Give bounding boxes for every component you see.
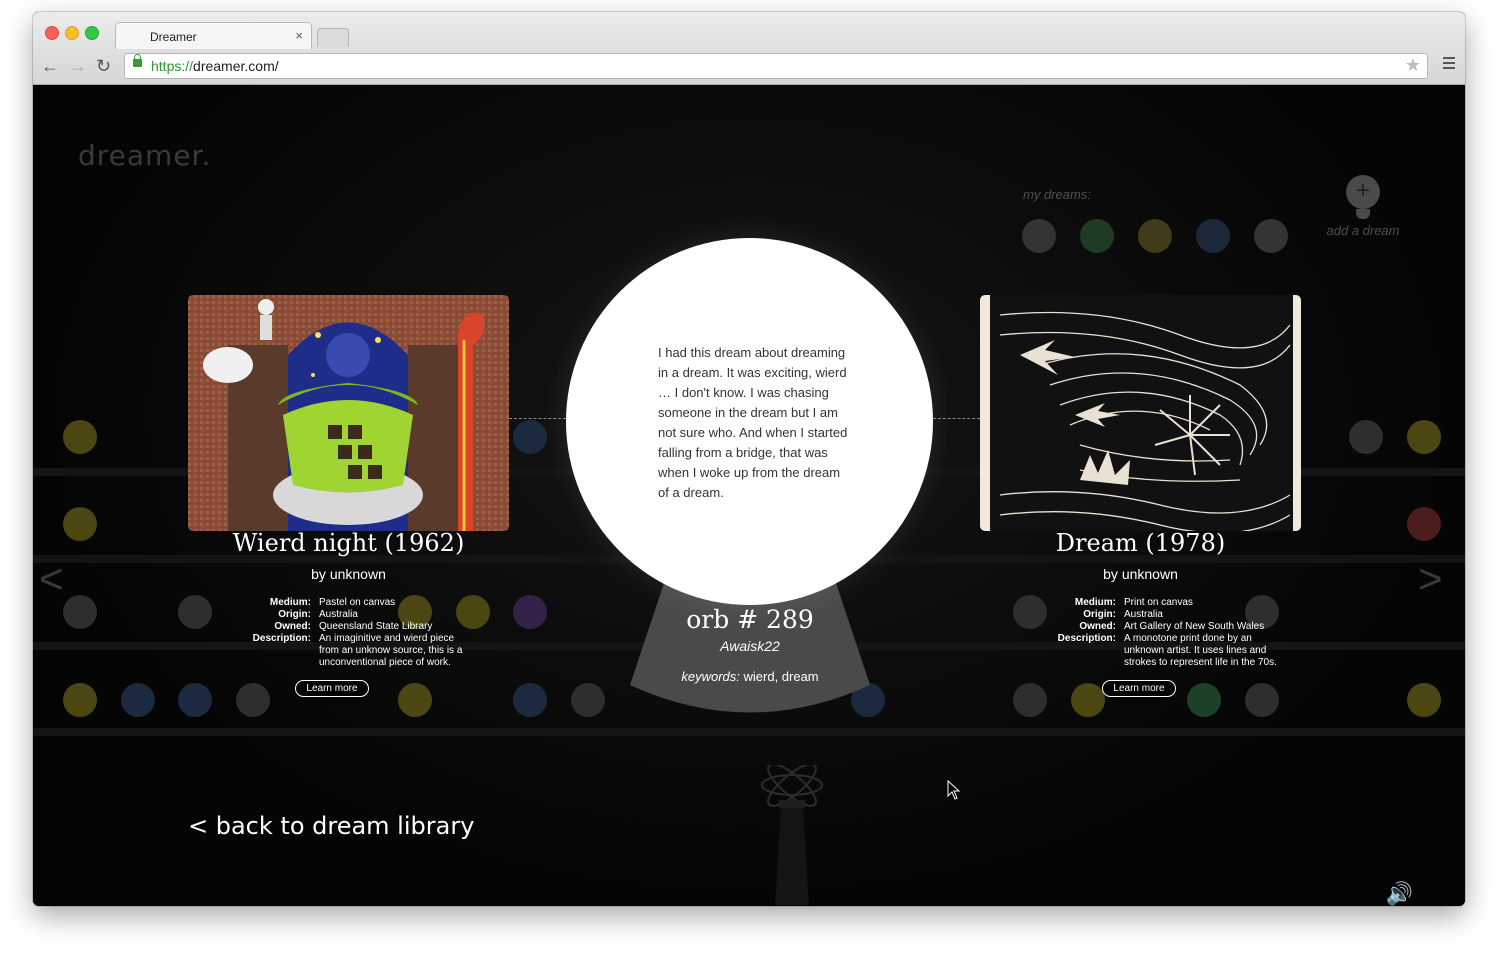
- left-artwork-image[interactable]: [188, 295, 509, 531]
- origin-label: Origin:: [1083, 609, 1116, 620]
- dream-bulb[interactable]: [1187, 683, 1221, 717]
- dream-bulb[interactable]: [236, 683, 270, 717]
- back-arrow-icon[interactable]: ←: [41, 56, 59, 77]
- owned-label: Owned:: [1079, 621, 1116, 632]
- close-window-button[interactable]: [45, 26, 59, 40]
- right-learn-more-button[interactable]: Learn more: [1102, 680, 1176, 697]
- medium-value: Pastel on canvas: [319, 597, 396, 608]
- left-artwork-title: Wierd night (1962): [232, 529, 465, 557]
- tower-icon: [761, 765, 823, 905]
- my-dream-orb[interactable]: [1254, 219, 1288, 253]
- description-value: A monotone print done by an unknown arti…: [1124, 633, 1277, 668]
- dream-bulb[interactable]: [121, 683, 155, 717]
- plus-icon: +: [1346, 175, 1380, 209]
- keywords-label: keywords:: [681, 669, 740, 684]
- zoom-window-button[interactable]: [85, 26, 99, 40]
- dream-bulb[interactable]: [513, 420, 547, 454]
- add-dream-label: add a dream: [1326, 223, 1400, 238]
- dream-bulb[interactable]: [513, 595, 547, 629]
- dream-bulb[interactable]: [513, 683, 547, 717]
- bookmark-star-icon[interactable]: ★: [1405, 55, 1421, 76]
- dream-bulb[interactable]: [63, 595, 97, 629]
- right-artwork-image[interactable]: [980, 295, 1301, 531]
- browser-tab[interactable]: Dreamer ×: [115, 22, 312, 49]
- dream-bulb[interactable]: [571, 683, 605, 717]
- medium-label: Medium:: [1074, 597, 1116, 608]
- connector-line: [933, 418, 980, 419]
- owned-label: Owned:: [274, 621, 311, 632]
- dream-bulb[interactable]: [63, 507, 97, 541]
- my-dream-orb[interactable]: [1196, 219, 1230, 253]
- my-dream-orb[interactable]: [1080, 219, 1114, 253]
- dream-bulb[interactable]: [63, 420, 97, 454]
- dream-bulb[interactable]: [1407, 683, 1441, 717]
- owned-value: Queensland State Library: [319, 621, 433, 632]
- mouse-cursor-icon: [947, 780, 961, 800]
- browser-menu-icon[interactable]: [1443, 57, 1455, 72]
- new-tab-button[interactable]: [317, 28, 349, 47]
- next-arrow-icon[interactable]: >: [1418, 555, 1443, 603]
- dreamer-page: dreamer. my dreams: + add a dream < > I …: [33, 85, 1465, 906]
- dream-bulb[interactable]: [1013, 683, 1047, 717]
- url-scheme: https://: [151, 58, 194, 74]
- orb-keywords: keywords: wierd, dream: [630, 669, 870, 684]
- description-value: An imaginitive and wierd piece from an u…: [319, 633, 463, 668]
- address-bar[interactable]: https://dreamer.com/ ★: [124, 53, 1428, 79]
- dream-bulb[interactable]: [1407, 507, 1441, 541]
- origin-value: Australia: [319, 609, 358, 620]
- my-dream-orb[interactable]: [1138, 219, 1172, 253]
- browser-toolbar: Dreamer × ← → ↻ https://dreamer.com/ ★: [33, 12, 1465, 85]
- dream-bulb[interactable]: [1407, 420, 1441, 454]
- dream-bulb[interactable]: [63, 683, 97, 717]
- lock-icon: [133, 54, 142, 67]
- sound-icon[interactable]: 🔊: [1386, 881, 1413, 906]
- medium-value: Print on canvas: [1124, 597, 1193, 608]
- orb-number: orb # 289: [686, 605, 814, 634]
- tab-title: Dreamer: [150, 30, 197, 44]
- dream-text: I had this dream about dreaming in a dre…: [658, 345, 848, 500]
- origin-value: Australia: [1124, 609, 1163, 620]
- forward-arrow-icon[interactable]: →: [69, 56, 87, 77]
- dream-bulb[interactable]: [1349, 420, 1383, 454]
- owned-value: Art Gallery of New South Wales: [1124, 621, 1265, 632]
- add-dream-stem: [1356, 209, 1370, 219]
- dream-bulb[interactable]: [1245, 683, 1279, 717]
- prev-arrow-icon[interactable]: <: [39, 555, 64, 603]
- description-label: Description:: [252, 633, 311, 644]
- left-artwork-artist: by unknown: [311, 566, 386, 582]
- dream-bulb[interactable]: [1071, 683, 1105, 717]
- dream-bulb[interactable]: [178, 683, 212, 717]
- left-learn-more-button[interactable]: Learn more: [295, 680, 369, 697]
- browser-window: Dreamer × ← → ↻ https://dreamer.com/ ★ d…: [33, 12, 1465, 906]
- my-dream-orb[interactable]: [1022, 219, 1056, 253]
- reload-icon[interactable]: ↻: [96, 56, 111, 77]
- my-dreams-label: my dreams:: [1023, 187, 1091, 202]
- description-label: Description:: [1057, 633, 1116, 644]
- orb-user[interactable]: Awaisk22: [630, 638, 870, 654]
- dream-bulb[interactable]: [398, 683, 432, 717]
- add-dream-button[interactable]: + add a dream: [1313, 175, 1413, 238]
- right-artwork-title: Dream (1978): [1055, 529, 1226, 557]
- back-to-library-link[interactable]: < back to dream library: [188, 812, 474, 840]
- keywords-value: wierd, dream: [743, 669, 819, 684]
- origin-label: Origin:: [278, 609, 311, 620]
- dream-orb: I had this dream about dreaming in a dre…: [566, 238, 933, 605]
- minimize-window-button[interactable]: [65, 26, 79, 40]
- medium-label: Medium:: [269, 597, 311, 608]
- url-host: dreamer.com/: [193, 58, 279, 74]
- dreamer-logo[interactable]: dreamer.: [78, 139, 211, 172]
- dream-bulb[interactable]: [178, 595, 212, 629]
- left-artwork-details: Medium: Pastel on canvas Origin: Austral…: [231, 597, 491, 677]
- right-artwork-artist: by unknown: [1103, 566, 1178, 582]
- shelf: [33, 728, 1465, 736]
- url-text: https://dreamer.com/: [151, 58, 279, 74]
- right-artwork-details: Medium: Print on canvas Origin: Australi…: [1036, 597, 1296, 677]
- connector-line: [509, 418, 566, 419]
- tab-close-icon[interactable]: ×: [295, 28, 303, 43]
